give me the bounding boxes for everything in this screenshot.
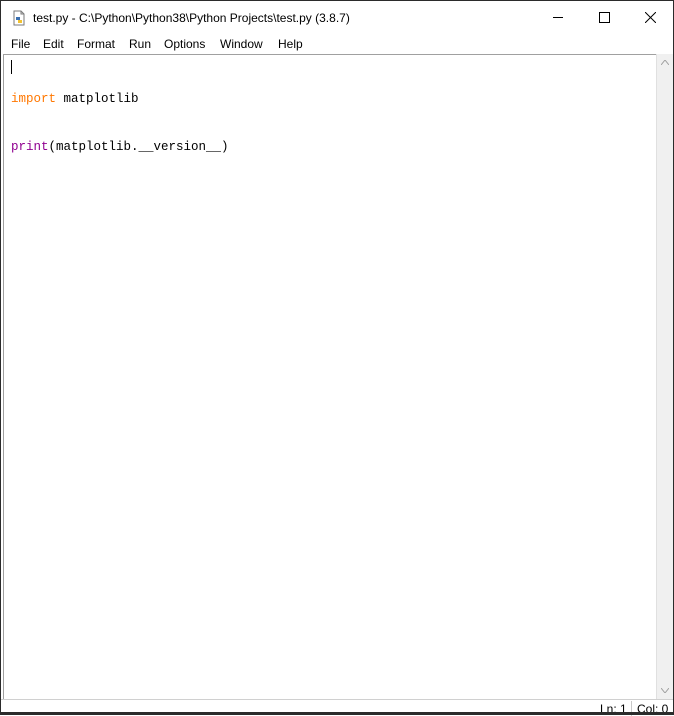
minimize-button[interactable] (535, 1, 581, 34)
code-text-rest: (matplotlib.__version__) (48, 140, 229, 154)
chevron-up-icon (661, 60, 669, 65)
menu-file[interactable]: File (11, 37, 30, 51)
menu-options[interactable]: Options (164, 37, 205, 51)
menu-run[interactable]: Run (129, 37, 151, 51)
close-icon (645, 12, 656, 23)
close-button[interactable] (627, 1, 673, 34)
maximize-button[interactable] (581, 1, 627, 34)
title-bar[interactable]: test.py - C:\Python\Python38\Python Proj… (1, 1, 673, 34)
code-line: import matplotlib (11, 91, 229, 107)
scroll-down-button[interactable] (657, 682, 673, 699)
chevron-down-icon (661, 688, 669, 693)
scroll-up-button[interactable] (657, 54, 673, 71)
menu-edit[interactable]: Edit (43, 37, 64, 51)
idle-window: test.py - C:\Python\Python38\Python Proj… (0, 0, 674, 716)
minimize-icon (553, 17, 563, 18)
menu-bar: File Edit Format Run Options Window Help (1, 34, 673, 54)
code-text-rest: matplotlib (56, 92, 139, 106)
menu-window[interactable]: Window (220, 37, 263, 51)
code-line: print(matplotlib.__version__) (11, 139, 229, 155)
maximize-icon (599, 12, 610, 23)
code-editor[interactable]: import matplotlib print(matplotlib.__ver… (3, 54, 656, 699)
keyword-import: import (11, 92, 57, 106)
builtin-print: print (11, 140, 49, 154)
code-text[interactable]: import matplotlib print(matplotlib.__ver… (11, 59, 229, 187)
scroll-track[interactable] (657, 71, 673, 682)
vertical-scrollbar[interactable] (656, 54, 673, 699)
window-title: test.py - C:\Python\Python38\Python Proj… (33, 11, 350, 25)
menu-help[interactable]: Help (278, 37, 303, 51)
menu-format[interactable]: Format (77, 37, 115, 51)
python-file-icon (11, 10, 27, 26)
